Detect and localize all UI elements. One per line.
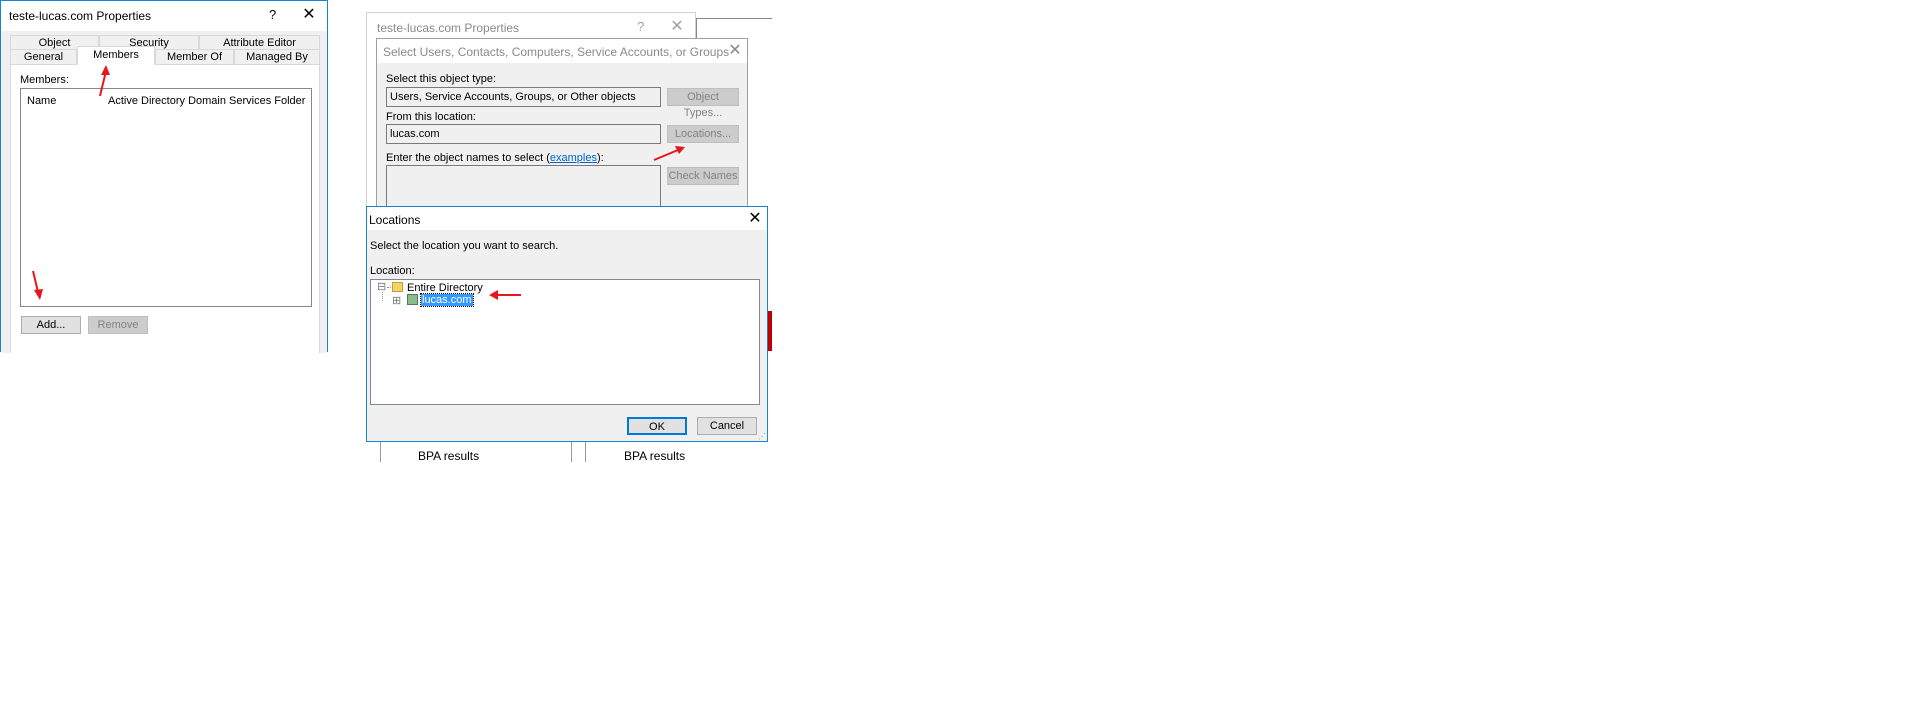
locations-dialog: Locations ✕ Select the location you want… bbox=[366, 206, 768, 442]
tree-item-lucas-com[interactable]: lucas.com bbox=[420, 293, 474, 307]
tree-expand-toggle[interactable]: ⊞ bbox=[392, 294, 401, 307]
select-users-title: Select Users, Contacts, Computers, Servi… bbox=[383, 45, 730, 59]
bpa-results-right: BPA results bbox=[624, 449, 686, 463]
select-users-dialog: Select Users, Contacts, Computers, Servi… bbox=[376, 38, 748, 209]
close-icon: ✕ bbox=[670, 18, 684, 35]
location-field: lucas.com bbox=[386, 124, 661, 144]
location-tree-label: Location: bbox=[370, 265, 415, 277]
locations-titlebar bbox=[367, 207, 767, 230]
help-icon: ? bbox=[637, 19, 645, 34]
background-panel bbox=[696, 18, 772, 19]
arrow-annotation bbox=[653, 146, 685, 161]
arrow-annotation bbox=[32, 65, 110, 300]
tree-dotted-line-vertical bbox=[382, 292, 383, 301]
resize-grip-icon[interactable]: ⋰ bbox=[758, 432, 766, 441]
object-names-label-post: ): bbox=[596, 152, 604, 164]
tab-members[interactable]: Members bbox=[77, 46, 155, 65]
arrow-annotation bbox=[489, 290, 521, 300]
object-types-button[interactable]: Object Types... bbox=[667, 88, 739, 119]
locations-title: Locations bbox=[369, 213, 421, 227]
domain-icon bbox=[407, 294, 418, 305]
object-names-input[interactable] bbox=[386, 165, 661, 209]
cancel-button[interactable]: Cancel bbox=[697, 417, 757, 435]
location-label: From this location: bbox=[386, 111, 476, 123]
bpa-divider-1 bbox=[380, 442, 381, 462]
object-type-field: Users, Service Accounts, Groups, or Othe… bbox=[386, 87, 661, 107]
ok-button[interactable]: OK bbox=[627, 417, 687, 435]
folder-icon bbox=[392, 282, 403, 292]
background-panel-left-border bbox=[696, 18, 697, 38]
close-icon[interactable]: ✕ bbox=[727, 43, 743, 59]
bpa-strip: BPA results BPA results bbox=[366, 442, 770, 463]
locations-instruction: Select the location you want to search. bbox=[370, 240, 559, 252]
bpa-results-left: BPA results bbox=[418, 449, 480, 463]
close-icon[interactable]: ✕ bbox=[747, 211, 763, 227]
examples-link[interactable]: examples bbox=[550, 152, 597, 164]
check-names-button[interactable]: Check Names bbox=[667, 167, 739, 185]
bpa-divider-2 bbox=[571, 442, 572, 462]
background-properties-title: teste-lucas.com Properties bbox=[377, 21, 520, 35]
object-type-label: Select this object type: bbox=[386, 73, 497, 85]
bpa-divider-3 bbox=[585, 442, 586, 462]
object-names-label-pre: Enter the object names to select ( bbox=[386, 152, 550, 164]
location-tree[interactable]: ⊟ Entire Directory ⊞ lucas.com bbox=[370, 279, 760, 405]
object-names-label: Enter the object names to select (exampl… bbox=[386, 152, 604, 164]
tree-item-entire-directory[interactable]: Entire Directory bbox=[407, 282, 483, 294]
